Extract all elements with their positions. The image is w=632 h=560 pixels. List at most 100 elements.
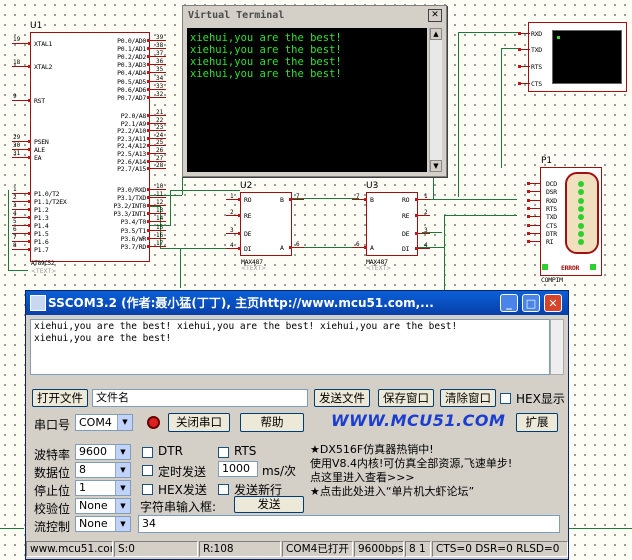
pin-endpoint xyxy=(28,42,31,45)
pin-number: 1 xyxy=(230,193,234,200)
sscom-window[interactable]: SSCOM3.2 (作者:聂小猛(丁丁), 主页http://www.mcu51… xyxy=(25,290,569,560)
scroll-down-icon[interactable]: ▼ xyxy=(430,160,442,172)
save-window-button[interactable]: 保存窗口 xyxy=(378,389,434,407)
maximize-button[interactable]: □ xyxy=(522,294,540,312)
flow-select[interactable]: None ▼ xyxy=(75,516,131,532)
dtr-checkbox[interactable] xyxy=(142,447,153,458)
pin-endpoint xyxy=(364,246,367,249)
close-port-button[interactable]: 关闭串口 xyxy=(168,413,230,432)
dtr-label: DTR xyxy=(158,444,183,458)
u3-ref: U3 xyxy=(366,181,379,191)
pin-label: DSR xyxy=(546,188,557,197)
db9-pin-icon xyxy=(578,222,584,229)
chevron-down-icon[interactable]: ▼ xyxy=(115,445,130,459)
rts-checkbox[interactable] xyxy=(218,447,229,458)
pin-label: RTS xyxy=(531,63,542,71)
wire xyxy=(181,195,182,196)
pin-number: 6 xyxy=(296,241,300,248)
wire xyxy=(567,528,632,529)
pin-endpoint xyxy=(28,99,31,102)
chevron-down-icon[interactable]: ▼ xyxy=(117,415,132,430)
vt-line: xiehui,you are the best! xyxy=(190,56,342,68)
status-signals: CTS=0 DSR=0 RLSD=0 xyxy=(432,541,568,557)
close-button[interactable]: ✕ xyxy=(544,294,562,312)
hex-send-label: HEX发送 xyxy=(158,483,207,497)
clear-window-button[interactable]: 清除窗口 xyxy=(440,389,496,407)
interval-field[interactable]: 1000 xyxy=(218,461,258,477)
pin-number: 1 xyxy=(424,193,428,200)
pin-endpoint xyxy=(28,156,31,159)
chevron-down-icon[interactable]: ▼ xyxy=(115,517,130,531)
hex-send-checkbox[interactable] xyxy=(142,484,153,495)
chevron-down-icon[interactable]: ▼ xyxy=(115,463,130,477)
vt-close-button[interactable]: ✕ xyxy=(428,9,442,22)
pin-label: CTS xyxy=(531,80,542,88)
scroll-up-icon[interactable]: ▲ xyxy=(430,28,442,40)
pin-number: 19 xyxy=(13,36,21,43)
pin-number: 39 xyxy=(156,34,164,41)
port-select[interactable]: COM4 ▼ xyxy=(75,414,133,431)
pin-label: P0.6/AD6 xyxy=(117,85,146,94)
status-sent: S:0 xyxy=(114,541,198,557)
vt-line: xiehui,you are the best! xyxy=(190,44,342,56)
vt-title: Virtual Terminal xyxy=(185,8,444,24)
help-button[interactable]: 帮助 xyxy=(240,413,304,432)
wire xyxy=(170,190,171,226)
stopbits-label: 停止位 xyxy=(34,484,71,498)
wire xyxy=(150,195,182,196)
pin-number: 29 xyxy=(13,134,21,141)
pin-number: 28 xyxy=(156,162,164,170)
rx-led-icon xyxy=(590,264,596,270)
send-file-button[interactable]: 发送文件 xyxy=(314,389,370,407)
send-button[interactable]: 发送 xyxy=(234,496,304,513)
flow-label: 流控制 xyxy=(34,520,71,534)
send-newline-checkbox[interactable] xyxy=(218,484,229,495)
pin-label: RE xyxy=(244,212,252,220)
pin-label: DI xyxy=(244,245,252,253)
wire xyxy=(444,215,445,290)
databits-select[interactable]: 8 ▼ xyxy=(75,462,131,478)
chevron-down-icon[interactable]: ▼ xyxy=(115,481,130,495)
pin-endpoint xyxy=(147,47,150,51)
pin-number: 36 xyxy=(156,58,164,66)
pin-number: 18 xyxy=(13,59,21,66)
pin-number: 34 xyxy=(156,74,164,82)
pin-label: ALE xyxy=(34,146,45,154)
filename-field[interactable]: 文件名 xyxy=(92,389,308,407)
open-file-button[interactable]: 打开文件 xyxy=(32,389,88,407)
baud-select[interactable]: 9600 ▼ xyxy=(75,444,131,460)
pin-label: A xyxy=(280,244,284,252)
pin-number: 6 xyxy=(13,226,17,233)
minimize-button[interactable]: _ xyxy=(500,294,518,312)
parity-select[interactable]: None ▼ xyxy=(75,498,131,514)
vt-scrollbar[interactable]: ▲ ▼ xyxy=(429,28,442,172)
stopbits-select[interactable]: 1 ▼ xyxy=(75,480,131,496)
pin-label: P3.1/TXD xyxy=(117,194,146,203)
pin-endpoint xyxy=(28,140,31,143)
p1-part: COMPIM xyxy=(541,276,563,284)
pin-label: P3.2/INT0 xyxy=(113,202,146,211)
receive-area[interactable]: xiehui,you are the best! xiehui,you are … xyxy=(30,319,550,375)
vt-screen[interactable]: xiehui,you are the best! xiehui,you are … xyxy=(187,28,427,172)
timed-send-checkbox[interactable] xyxy=(142,465,153,476)
pin-endpoint xyxy=(147,121,150,125)
sscom-titlebar[interactable]: SSCOM3.2 (作者:聂小猛(丁丁), 主页http://www.mcu51… xyxy=(26,291,568,315)
pin-number: 38 xyxy=(156,42,164,50)
vterm-device-screen xyxy=(552,30,622,84)
pin-label: DTR xyxy=(546,229,557,238)
vt-line: xiehui,you are the best! xyxy=(190,32,342,44)
pin-endpoint xyxy=(415,198,418,201)
send-input[interactable]: 34 xyxy=(138,515,560,533)
ad-line[interactable]: ★点击此处进入“单片机大虾论坛” xyxy=(310,483,474,499)
site-banner[interactable]: WWW.MCU51.COM xyxy=(331,411,505,430)
pin-endpoint xyxy=(147,244,150,248)
pin-endpoint xyxy=(28,224,31,227)
virtual-terminal-window[interactable]: Virtual Terminal ✕ xiehui,you are the be… xyxy=(182,5,447,177)
hex-show-checkbox[interactable] xyxy=(500,393,511,404)
port-value: COM4 xyxy=(79,416,112,429)
expand-button[interactable]: 扩展 xyxy=(516,413,558,432)
pin-endpoint xyxy=(147,79,150,83)
receive-scrollbar[interactable] xyxy=(550,319,564,375)
chevron-down-icon[interactable]: ▼ xyxy=(115,499,130,513)
pin-number: 1 xyxy=(13,186,17,193)
